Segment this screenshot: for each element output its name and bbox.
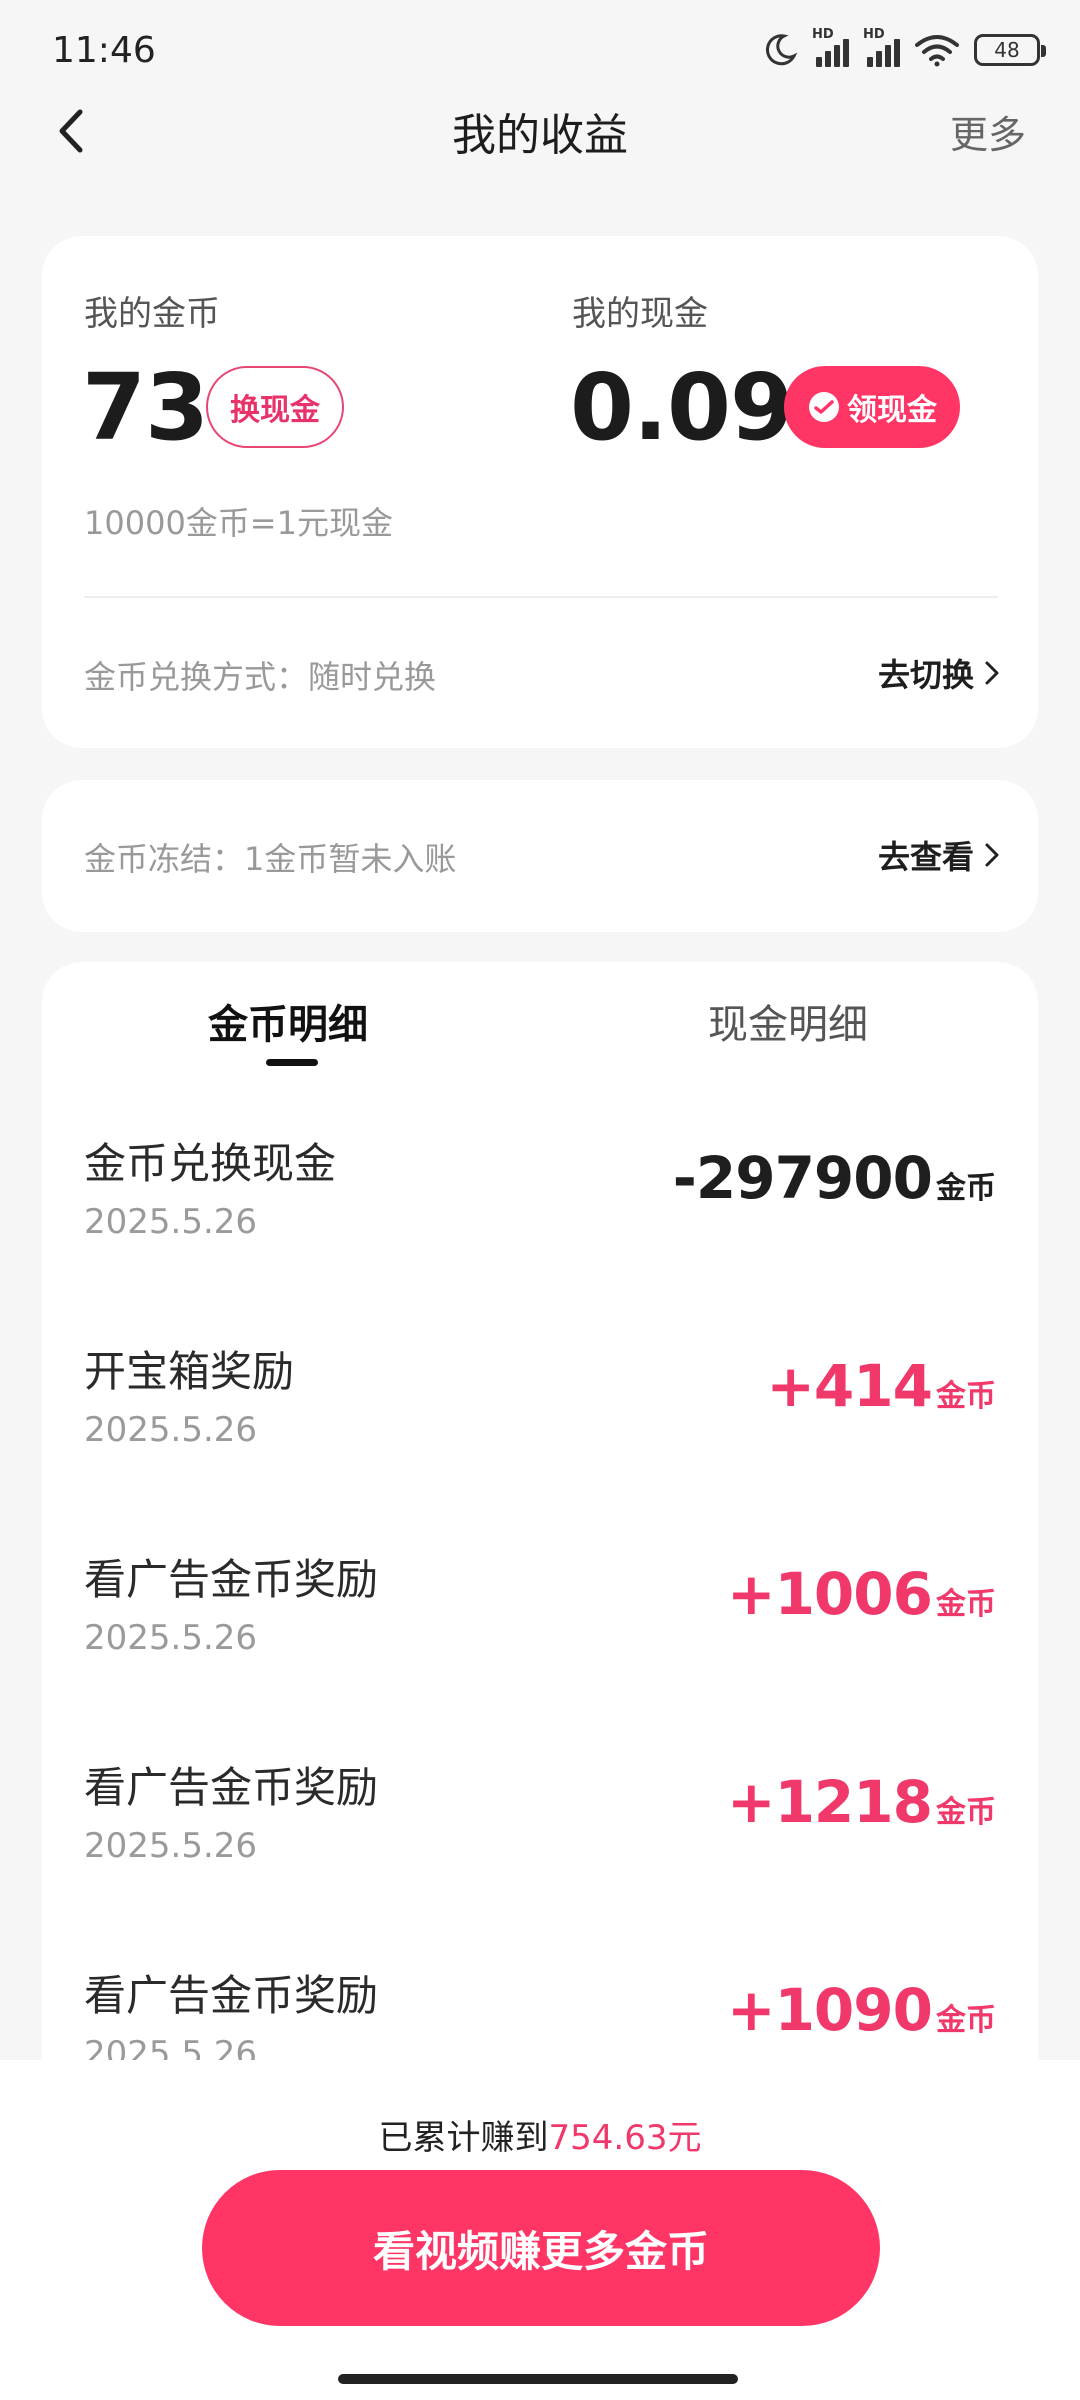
cellular-signal-icon-2: HD: [863, 27, 900, 67]
transaction-row[interactable]: 看广告金币奖励 2025.5.26 +1090 金币: [42, 1962, 1038, 2062]
cellular-signal-icon: HD: [812, 27, 849, 67]
coin-freeze-card: 金币冻结：1金币暂未入账 去查看: [42, 780, 1038, 932]
signal-hd-label: HD: [812, 27, 834, 42]
status-bar: 11:46 HD HD 48: [0, 0, 1080, 100]
chevron-right-icon: [985, 661, 999, 685]
transaction-amount-value: +1218: [726, 1768, 933, 1836]
total-earned-text: 已累计赚到754.63元: [0, 2110, 1080, 2159]
transaction-date: 2025.5.26: [84, 1410, 258, 1450]
exchange-cash-button[interactable]: 换现金: [206, 366, 344, 448]
my-cash-label: 我的现金: [572, 294, 708, 334]
transaction-amount: +1218 金币: [727, 1768, 996, 1836]
details-card: 金币明细 现金明细 金币兑换现金 2025.5.26 -297900 金币 开宝箱奖励 2…: [42, 962, 1038, 2062]
wifi-icon: [915, 35, 959, 67]
page-title: 我的收益: [452, 110, 628, 161]
exchange-rate-text: 10000金币=1元现金: [84, 504, 393, 542]
moon-icon: [765, 34, 798, 66]
watch-video-button[interactable]: 看视频赚更多金币: [202, 2170, 880, 2326]
more-button[interactable]: 更多: [950, 104, 1026, 159]
transaction-row[interactable]: 看广告金币奖励 2025.5.26 +1218 金币: [42, 1754, 1038, 1962]
wechat-icon: [809, 392, 839, 422]
transaction-amount: +414 金币: [766, 1352, 996, 1420]
transaction-title: 开宝箱奖励: [84, 1347, 295, 1396]
transaction-amount-unit: 金币: [936, 1587, 996, 1622]
transaction-amount-unit: 金币: [936, 1171, 996, 1206]
coins-value: 73: [82, 354, 209, 461]
cash-value: 0.09: [570, 354, 794, 461]
status-time: 11:46: [52, 29, 156, 71]
transaction-row[interactable]: 金币兑换现金 2025.5.26 -297900 金币: [42, 1130, 1038, 1338]
switch-mode-link[interactable]: 去切换: [878, 650, 1000, 696]
nav-bar: 我的收益 更多: [0, 96, 1080, 166]
battery-level: 48: [994, 38, 1020, 62]
transaction-amount-value: +414: [766, 1352, 933, 1420]
battery-icon: 48: [974, 34, 1046, 66]
claim-cash-button[interactable]: 领现金: [784, 366, 960, 448]
exchange-mode-text: 金币兑换方式：随时兑换: [84, 658, 437, 696]
earnings-summary-card: 我的金币 73 换现金 我的现金 0.09 领现金 10000金币=1元现金 金…: [42, 236, 1038, 748]
transaction-title: 金币兑换现金: [84, 1139, 337, 1188]
divider: [84, 596, 998, 598]
back-arrow-icon[interactable]: [52, 108, 92, 154]
chevron-right-icon: [985, 843, 999, 867]
claim-cash-label: 领现金: [847, 393, 937, 428]
transaction-title: 看广告金币奖励: [84, 1971, 379, 2020]
tab-coins-detail[interactable]: 金币明细: [208, 992, 368, 1050]
transaction-title: 看广告金币奖励: [84, 1555, 379, 1604]
transaction-amount-value: -297900: [672, 1144, 933, 1212]
transaction-date: 2025.5.26: [84, 1202, 258, 1242]
switch-mode-label: 去切换: [877, 656, 974, 694]
transaction-row[interactable]: 看广告金币奖励 2025.5.26 +1006 金币: [42, 1546, 1038, 1754]
view-freeze-link[interactable]: 去查看: [878, 832, 1000, 878]
transaction-date: 2025.5.26: [84, 2034, 258, 2062]
home-indicator[interactable]: [338, 2374, 738, 2384]
total-earned-prefix: 已累计赚到: [378, 2118, 549, 2158]
view-freeze-label: 去查看: [877, 838, 974, 876]
my-coins-label: 我的金币: [84, 294, 220, 334]
transaction-amount-value: +1006: [726, 1560, 933, 1628]
transaction-date: 2025.5.26: [84, 1826, 258, 1866]
transaction-row[interactable]: 开宝箱奖励 2025.5.26 +414 金币: [42, 1338, 1038, 1546]
coin-freeze-text: 金币冻结：1金币暂未入账: [84, 840, 457, 878]
transaction-amount-unit: 金币: [936, 1795, 996, 1830]
transaction-amount: +1006 金币: [727, 1560, 996, 1628]
transaction-amount: -297900 金币: [673, 1144, 996, 1212]
bottom-bar: 已累计赚到754.63元 看视频赚更多金币: [0, 2060, 1080, 2400]
signal-hd-label-2: HD: [863, 27, 885, 42]
status-icons: HD HD 48: [762, 27, 1046, 68]
transaction-date: 2025.5.26: [84, 1618, 258, 1658]
transaction-amount: +1090 金币: [727, 1976, 996, 2044]
active-tab-indicator: [266, 1059, 318, 1066]
transaction-amount-value: +1090: [726, 1976, 933, 2044]
transaction-title: 看广告金币奖励: [84, 1763, 379, 1812]
transaction-amount-unit: 金币: [936, 2003, 996, 2038]
total-earned-amount: 754.63元: [548, 2118, 702, 2158]
transaction-amount-unit: 金币: [936, 1379, 996, 1414]
tab-cash-detail[interactable]: 现金明细: [708, 992, 868, 1050]
